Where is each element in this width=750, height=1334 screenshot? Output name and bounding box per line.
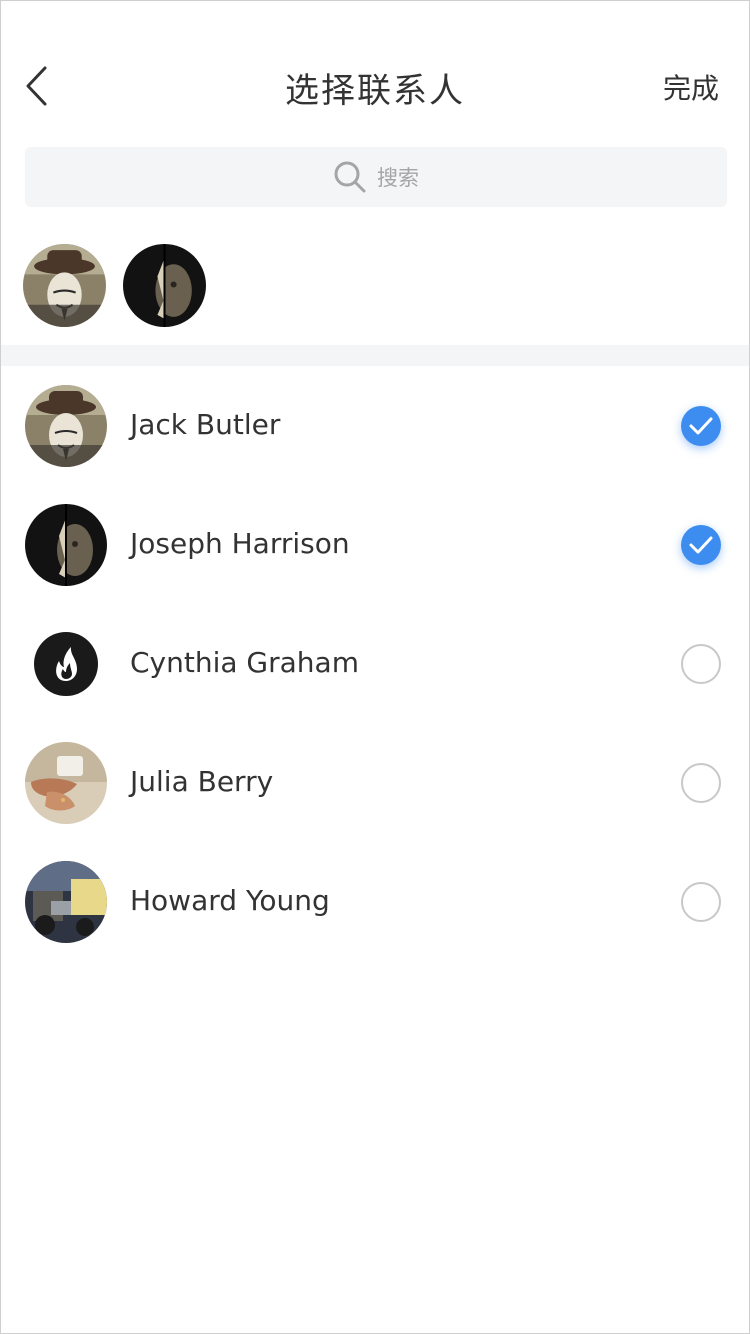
checkbox-checked[interactable] (681, 406, 721, 446)
contact-row-howard-young[interactable]: Howard Young (1, 842, 749, 961)
avatar-split-face-icon (25, 504, 107, 586)
contact-name: Julia Berry (130, 765, 274, 798)
avatar (25, 861, 107, 943)
section-divider (1, 345, 749, 366)
page-title: 选择联系人 (285, 71, 465, 111)
chevron-left-icon (26, 66, 47, 106)
checkbox-checked[interactable] (681, 525, 721, 565)
checkmark-icon (689, 417, 713, 435)
avatar-holding-hands-icon (25, 742, 107, 824)
contact-row-cynthia-graham[interactable]: Cynthia Graham (1, 604, 749, 723)
avatar-split-face-icon (123, 244, 206, 327)
contact-row-jack-butler[interactable]: Jack Butler (1, 366, 749, 485)
checkmark-icon (689, 536, 713, 554)
selected-avatar-2[interactable] (123, 244, 206, 327)
contact-name: Jack Butler (130, 408, 281, 441)
search-icon (334, 161, 366, 193)
search-input[interactable]: 搜索 (25, 147, 727, 207)
status-bar (1, 1, 749, 41)
avatar (25, 742, 107, 824)
search-placeholder: 搜索 (377, 166, 419, 190)
checkbox-unchecked[interactable] (681, 882, 721, 922)
avatar-flame-logo-icon (25, 623, 107, 705)
avatar-mask-man-icon (23, 244, 106, 327)
contact-name: Howard Young (130, 884, 330, 917)
contact-row-julia-berry[interactable]: Julia Berry (1, 723, 749, 842)
contact-list: Jack Butler Joseph Harrison Cynthia Grah… (1, 366, 749, 961)
avatar (25, 385, 107, 467)
contact-name: Joseph Harrison (130, 527, 350, 560)
contact-row-joseph-harrison[interactable]: Joseph Harrison (1, 485, 749, 604)
avatar (25, 504, 107, 586)
back-button[interactable] (19, 61, 55, 111)
checkbox-unchecked[interactable] (681, 644, 721, 684)
avatar (25, 623, 107, 705)
avatar-mask-man-icon (25, 385, 107, 467)
contact-picker-screen: 选择联系人 完成 搜索 Jack Butler Joseph Harrison … (0, 0, 750, 1334)
empty-area (1, 966, 749, 1333)
checkbox-unchecked[interactable] (681, 763, 721, 803)
nav-bar: 选择联系人 完成 (1, 41, 749, 129)
contact-name: Cynthia Graham (130, 646, 359, 679)
selected-avatar-1[interactable] (23, 244, 106, 327)
done-button[interactable]: 完成 (663, 67, 719, 107)
selected-contacts-strip (23, 244, 223, 328)
avatar-street-scene-icon (25, 861, 107, 943)
